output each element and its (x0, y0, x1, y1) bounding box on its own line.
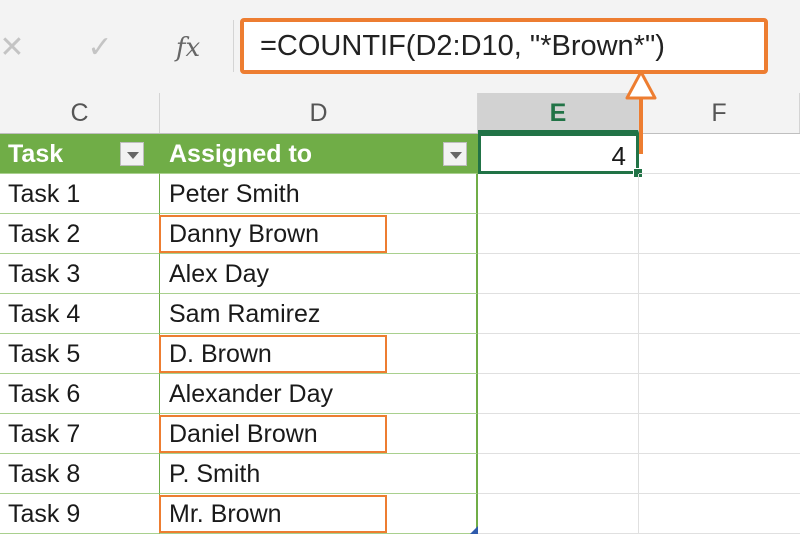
table-header-assigned-label: Assigned to (169, 140, 313, 168)
table-row: Task 4 Sam Ramirez (0, 294, 800, 334)
worksheet-grid: Task Assigned to 4 Task 1 Peter Smith Ta… (0, 133, 800, 536)
enter-icon[interactable]: ✓ (80, 28, 120, 68)
table-row: Task 8 P. Smith (0, 454, 800, 494)
empty-cell[interactable] (639, 374, 800, 414)
empty-cell[interactable] (639, 174, 800, 214)
empty-cell[interactable] (639, 414, 800, 454)
table-row: Task 7 Daniel Brown (0, 414, 800, 454)
table-row: Task 3 Alex Day (0, 254, 800, 294)
assigned-cell[interactable]: Mr. Brown (160, 494, 478, 534)
empty-cell[interactable] (639, 294, 800, 334)
formula-input[interactable]: =COUNTIF(D2:D10, "*Brown*") (240, 18, 768, 74)
cancel-icon[interactable]: ✕ (0, 28, 32, 68)
table-row: Task 2 Danny Brown (0, 214, 800, 254)
empty-cell[interactable] (478, 214, 639, 254)
assigned-cell[interactable]: Sam Ramirez (160, 294, 478, 334)
formula-bar-divider (233, 20, 234, 72)
column-header-e[interactable]: E (478, 93, 639, 133)
column-header-d[interactable]: D (160, 93, 478, 133)
assigned-cell[interactable]: D. Brown (160, 334, 478, 374)
task-cell[interactable]: Task 8 (0, 454, 160, 494)
assigned-cell[interactable]: P. Smith (160, 454, 478, 494)
task-cell[interactable]: Task 5 (0, 334, 160, 374)
empty-cell[interactable] (639, 334, 800, 374)
task-cell[interactable]: Task 1 (0, 174, 160, 214)
filter-dropdown-assigned[interactable] (443, 142, 467, 166)
task-cell[interactable]: Task 3 (0, 254, 160, 294)
empty-cell[interactable] (478, 414, 639, 454)
assigned-cell[interactable]: Danny Brown (160, 214, 478, 254)
task-cell[interactable]: Task 4 (0, 294, 160, 334)
selected-cell-e2[interactable]: 4 (478, 133, 639, 174)
empty-cell[interactable] (478, 294, 639, 334)
table-row: Task 5 D. Brown (0, 334, 800, 374)
table-header-assigned[interactable]: Assigned to (160, 134, 478, 174)
table-row: Task 1 Peter Smith (0, 174, 800, 214)
empty-cell[interactable] (478, 454, 639, 494)
task-cell[interactable]: Task 7 (0, 414, 160, 454)
assigned-cell[interactable]: Alexander Day (160, 374, 478, 414)
task-cell[interactable]: Task 9 (0, 494, 160, 534)
callout-arrow-icon (625, 70, 657, 154)
table-header-task-label: Task (8, 140, 64, 168)
empty-cell[interactable] (478, 494, 639, 534)
table-header-row: Task Assigned to 4 (0, 133, 800, 178)
empty-cell[interactable] (478, 174, 639, 214)
empty-cell[interactable] (478, 374, 639, 414)
empty-cell[interactable] (478, 254, 639, 294)
table-row: Task 6 Alexander Day (0, 374, 800, 414)
empty-cell[interactable] (639, 254, 800, 294)
insert-function-icon[interactable]: fx (168, 28, 208, 68)
empty-cell[interactable] (639, 494, 800, 534)
task-cell[interactable]: Task 2 (0, 214, 160, 254)
column-header-c[interactable]: C (0, 93, 160, 133)
table-row: Task 9 Mr. Brown (0, 494, 800, 534)
assigned-cell[interactable]: Daniel Brown (160, 414, 478, 454)
table-resize-handle[interactable] (470, 526, 478, 534)
formula-bar: ✕ ✓ fx =COUNTIF(D2:D10, "*Brown*") (0, 0, 800, 94)
task-cell[interactable]: Task 6 (0, 374, 160, 414)
column-headers: C D E F (0, 93, 800, 134)
empty-cell[interactable] (639, 214, 800, 254)
assigned-cell[interactable]: Alex Day (160, 254, 478, 294)
empty-cell[interactable] (478, 334, 639, 374)
empty-cell[interactable] (639, 454, 800, 494)
assigned-cell[interactable]: Peter Smith (160, 174, 478, 214)
filter-dropdown-task[interactable] (120, 142, 144, 166)
formula-text: =COUNTIF(D2:D10, "*Brown*") (260, 30, 665, 62)
